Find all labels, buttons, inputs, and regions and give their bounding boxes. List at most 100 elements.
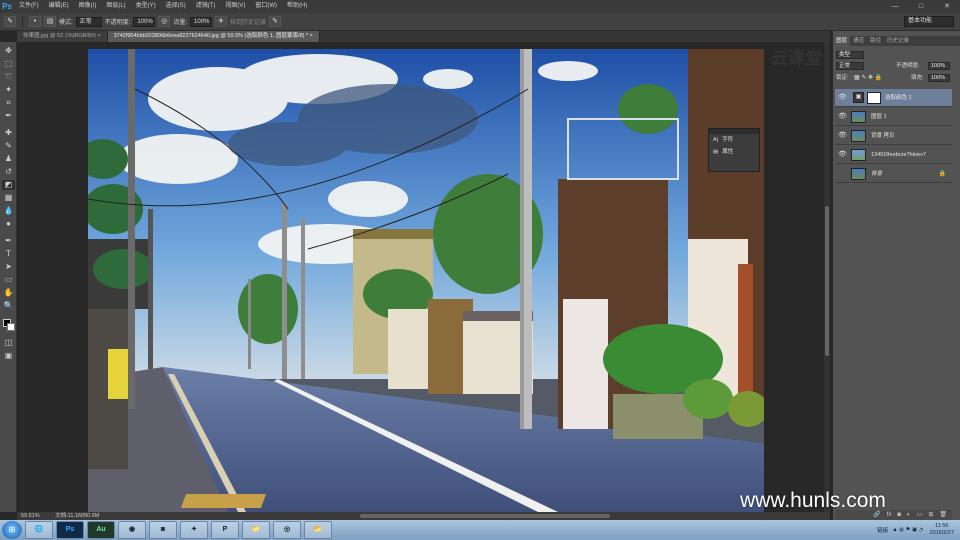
hand-tool-icon[interactable]: ✋ <box>2 288 15 298</box>
properties-panel-button[interactable]: ▤ 属性 <box>709 146 759 158</box>
close-button[interactable]: ✕ <box>934 0 960 13</box>
crop-tool-icon[interactable]: ⌗ <box>2 98 15 108</box>
character-properties-panel: A| 字符 ▤ 属性 <box>708 128 760 172</box>
layer-row[interactable]: 背景 🔒 <box>835 165 952 183</box>
background-color-swatch[interactable] <box>7 323 15 331</box>
minimize-button[interactable]: — <box>882 0 908 13</box>
zoom-tool-icon[interactable]: 🔍 <box>2 301 15 311</box>
lock-row: 锁定: ▦ ✎ ✥ 🔒 填充: 100% <box>836 74 956 83</box>
pressure-opacity-icon[interactable]: ◎ <box>158 16 171 27</box>
menu-window[interactable]: 窗口(W) <box>250 0 282 13</box>
pen-tool-icon[interactable]: ✒ <box>2 236 15 246</box>
layer-mask-thumbnail[interactable] <box>867 92 881 104</box>
marquee-tool-icon[interactable]: ⬚ <box>2 59 15 69</box>
flow-label: 流量: <box>173 20 188 26</box>
menu-type[interactable]: 类型(Y) <box>131 0 161 13</box>
eraser-tool-icon[interactable]: ◩ <box>2 180 15 190</box>
tray-label[interactable]: 链接 <box>877 526 888 534</box>
airbrush-icon[interactable]: ✈ <box>215 16 228 27</box>
lasso-tool-icon[interactable]: ➰ <box>2 72 15 82</box>
visibility-eye-icon[interactable]: 👁 <box>838 89 847 107</box>
menu-view[interactable]: 视图(V) <box>220 0 250 13</box>
quick-mask-icon[interactable]: ◫ <box>2 338 15 348</box>
screen-mode-icon[interactable]: ▣ <box>2 351 15 361</box>
eraser-tool-preset-icon[interactable]: ✎ <box>4 16 16 27</box>
taskbar-photoshop-icon[interactable]: Ps <box>56 521 84 539</box>
taskbar-folder-icon[interactable]: 📂 <box>304 521 332 539</box>
tab-effect-image[interactable]: 效果图.jpg @ 52.1%(RGB/8#) × <box>17 31 108 42</box>
taskbar-app-icon[interactable]: ◉ <box>118 521 146 539</box>
zoom-level[interactable]: 59.51% <box>17 513 40 519</box>
brush-panel-icon[interactable]: ▤ <box>44 16 56 27</box>
document-image[interactable] <box>88 49 764 512</box>
menu-image[interactable]: 图像(I) <box>74 0 102 13</box>
path-select-icon[interactable]: ➤ <box>2 262 15 272</box>
taskbar-app-icon[interactable]: ◎ <box>273 521 301 539</box>
clock[interactable]: 11:56 2016/2/27 <box>930 523 954 537</box>
vertical-scroll-thumb[interactable] <box>825 206 829 356</box>
character-panel-button[interactable]: A| 字符 <box>709 134 759 146</box>
brush-size-icon[interactable]: • <box>29 16 41 27</box>
layer-row[interactable]: 👁 ▣ 选取颜色 1 <box>835 89 952 107</box>
layer-row[interactable]: 👁 背景 拷贝 <box>835 127 952 145</box>
layer-name: 13491fhrebrze7hkrev7 <box>871 152 927 158</box>
tab-history[interactable]: 历史记录 <box>884 36 912 46</box>
photoshop-logo: Ps <box>2 2 12 11</box>
dodge-tool-icon[interactable]: ● <box>2 219 15 229</box>
maximize-button[interactable]: □ <box>908 0 934 13</box>
tray-icons[interactable]: ▲ ◍ ⚑ ▣ 🔊 <box>892 527 925 533</box>
taskbar-app-icon[interactable]: P <box>211 521 239 539</box>
start-button[interactable]: ⊞ <box>2 521 22 539</box>
lock-options-icon[interactable]: ▦ ✎ ✥ 🔒 <box>854 74 882 83</box>
type-tool-icon[interactable]: T <box>2 249 15 259</box>
pressure-size-icon[interactable]: ✎ <box>269 16 282 27</box>
healing-brush-icon[interactable]: ✚ <box>2 128 15 138</box>
move-tool-icon[interactable]: ✥ <box>2 46 15 56</box>
tab-active-document[interactable]: 3742f954bbb923806b6eea8227624640.jpg @ 5… <box>107 31 320 42</box>
mode-label: 模式: <box>59 20 73 26</box>
menu-layer[interactable]: 图层(L) <box>101 0 130 13</box>
tab-layers[interactable]: 图层 <box>833 36 851 46</box>
taskbar-audition-icon[interactable]: Au <box>87 521 115 539</box>
visibility-eye-icon[interactable]: 👁 <box>838 146 847 164</box>
layer-kind-filter[interactable]: 类型 <box>836 51 864 59</box>
taskbar-folder-icon[interactable]: 📁 <box>242 521 270 539</box>
blur-tool-icon[interactable]: 💧 <box>2 206 15 216</box>
menu-edit[interactable]: 编辑(E) <box>44 0 74 13</box>
visibility-eye-icon[interactable]: 👁 <box>838 127 847 145</box>
fill-input[interactable]: 100% <box>928 74 950 82</box>
clone-stamp-icon[interactable]: ♟ <box>2 154 15 164</box>
tab-paths[interactable]: 路径 <box>867 36 884 46</box>
erase-to-history-label[interactable]: 抹到历史记录 <box>230 17 266 26</box>
history-brush-icon[interactable]: ↺ <box>2 167 15 177</box>
tab-channels[interactable]: 通道 <box>850 36 867 46</box>
horizontal-scroll-thumb[interactable] <box>360 514 610 518</box>
opacity-label: 不透明度: <box>104 20 131 26</box>
taskbar-browser-icon[interactable]: 🌐 <box>25 521 53 539</box>
gradient-tool-icon[interactable]: ▦ <box>2 193 15 203</box>
visibility-eye-icon[interactable]: 👁 <box>838 108 847 126</box>
taskbar-camera-icon[interactable]: ◙ <box>149 521 177 539</box>
panel-tabs: 图层 通道 路径 历史记录 <box>833 36 960 46</box>
watermark-url: www.hunls.com <box>740 489 886 512</box>
menu-help[interactable]: 帮助(H) <box>282 0 312 13</box>
brush-tool-icon[interactable]: ✎ <box>2 141 15 151</box>
blend-mode-select[interactable]: 正常 <box>836 62 864 70</box>
watermark-logo: 云课堂 <box>771 49 822 68</box>
menu-select[interactable]: 选择(S) <box>161 0 191 13</box>
workspace-select[interactable]: 基本功能 <box>904 16 954 27</box>
flow-input[interactable]: 100% <box>190 16 213 27</box>
opacity-input[interactable]: 100% <box>133 16 156 27</box>
layer-row[interactable]: 👁 13491fhrebrze7hkrev7 <box>835 146 952 164</box>
quick-select-icon[interactable]: ✦ <box>2 85 15 95</box>
trash-icon[interactable]: 🗑 <box>939 510 947 520</box>
menu-file[interactable]: 文件(F) <box>14 0 44 13</box>
shape-tool-icon[interactable]: ▭ <box>2 275 15 285</box>
layer-row[interactable]: 👁 图层 1 <box>835 108 952 126</box>
mode-select[interactable]: 正常 <box>75 16 102 27</box>
eyedropper-icon[interactable]: ✒ <box>2 111 15 121</box>
taskbar-app-icon[interactable]: ✦ <box>180 521 208 539</box>
layer-opacity-input[interactable]: 100% <box>928 62 950 70</box>
menu-filter[interactable]: 滤镜(T) <box>191 0 221 13</box>
adjustment-layer-icon: ▣ <box>853 92 864 103</box>
